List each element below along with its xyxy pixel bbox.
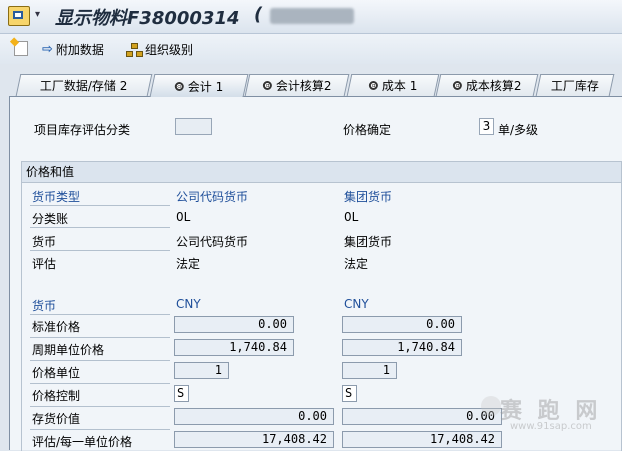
tab-costing-1[interactable]: 成本 1	[346, 74, 440, 96]
valuation-col2: 法定	[344, 257, 369, 271]
window-title-paren: (	[254, 4, 263, 25]
ledger-col1: 0L	[176, 210, 191, 224]
radio-icon	[452, 81, 462, 90]
watermark-logo-icon	[481, 396, 501, 416]
divider	[30, 314, 170, 315]
group-title: 价格和值	[22, 162, 621, 183]
tab-accounting-2[interactable]: 会计核算2	[244, 74, 350, 96]
price-control-field-col1[interactable]: S	[174, 385, 189, 402]
radio-icon	[368, 81, 378, 90]
price-control-field-col2[interactable]: S	[342, 385, 357, 402]
standard-price-label: 标准价格	[32, 320, 81, 334]
window-title: 显示物料F38000314	[55, 8, 240, 29]
divider	[30, 205, 170, 206]
currency2-col2: CNY	[344, 297, 369, 311]
periodic-unit-price-field-col2[interactable]: 1,740.84	[342, 339, 462, 356]
inventory-value-field-col2[interactable]: 0.00	[342, 408, 502, 425]
currency-type-col1: 公司代码货币	[176, 190, 249, 204]
valuation-col1: 法定	[176, 257, 201, 271]
redacted-material-description	[270, 8, 354, 24]
periodic-unit-price-label: 周期单位价格	[32, 343, 105, 357]
valuation-category-label: 项目库存评估分类	[34, 123, 131, 137]
divider	[30, 337, 170, 338]
application-toolbar: ⇨ 附加数据 组织级别	[0, 34, 622, 64]
tab-label: 工厂库存	[550, 79, 599, 93]
currency-col1: 公司代码货币	[176, 235, 249, 249]
valuation-per-unit-field-col1[interactable]: 17,408.42	[174, 431, 334, 448]
currency-type-col2: 集团货币	[344, 190, 393, 204]
currency-col2: 集团货币	[344, 235, 393, 249]
radio-icon	[262, 81, 272, 90]
price-unit-label: 价格单位	[32, 366, 81, 380]
price-determination-text: 单/多级	[498, 123, 539, 137]
tab-label: 工厂数据/存储 2	[40, 79, 128, 93]
standard-price-field-col2[interactable]: 0.00	[342, 316, 462, 333]
divider	[30, 227, 170, 228]
new-document-icon	[14, 41, 28, 56]
system-menu-icon[interactable]	[8, 6, 40, 26]
tab-label: 会计核算2	[275, 79, 332, 93]
currency2-label: 货币	[32, 299, 57, 313]
inventory-value-field-col1[interactable]: 0.00	[174, 408, 334, 425]
tab-accounting-1[interactable]: 会计 1	[149, 74, 249, 97]
create-button[interactable]	[14, 41, 31, 56]
org-levels-button[interactable]: 组织级别	[126, 41, 193, 58]
price-determination-label: 价格确定	[343, 123, 392, 137]
org-structure-icon	[126, 42, 143, 57]
inventory-value-label: 存货价值	[32, 412, 81, 426]
tab-plant-data-storage-2[interactable]: 工厂数据/存储 2	[15, 74, 153, 96]
price-control-label: 价格控制	[32, 389, 81, 403]
tab-label: 会计 1	[187, 79, 224, 94]
tab-label: 成本 1	[381, 79, 418, 93]
additional-data-button[interactable]: ⇨ 附加数据	[42, 41, 104, 58]
title-bar: 显示物料F38000314 (	[0, 0, 622, 34]
price-unit-field-col1[interactable]: 1	[174, 362, 229, 379]
divider	[30, 360, 170, 361]
periodic-unit-price-field-col1[interactable]: 1,740.84	[174, 339, 294, 356]
radio-icon	[174, 81, 184, 91]
watermark-url: www.91sap.com	[510, 421, 592, 432]
tab-strip: 工厂数据/存储 2 会计 1 会计核算2 成本 1 成本核算2 工厂库存	[0, 74, 622, 97]
valuation-category-field[interactable]	[175, 118, 212, 135]
valuation-label: 评估	[32, 257, 57, 271]
price-determination-field[interactable]: 3	[479, 118, 494, 135]
tab-costing-2[interactable]: 成本核算2	[435, 74, 539, 96]
divider	[30, 406, 170, 407]
divider	[30, 250, 170, 251]
ledger-label: 分类账	[32, 212, 69, 226]
price-unit-field-col2[interactable]: 1	[342, 362, 397, 379]
arrow-right-icon: ⇨	[42, 42, 53, 57]
tab-plant-stock[interactable]: 工厂库存	[535, 74, 615, 96]
valuation-per-unit-label: 评估/每一单位价格	[32, 435, 133, 449]
valuation-per-unit-field-col2[interactable]: 17,408.42	[342, 431, 502, 448]
currency-type-label: 货币类型	[32, 190, 81, 204]
divider	[30, 429, 170, 430]
additional-data-label: 附加数据	[55, 43, 104, 57]
currency2-col1: CNY	[176, 297, 201, 311]
currency-label: 货币	[32, 235, 57, 249]
divider	[30, 383, 170, 384]
standard-price-field-col1[interactable]: 0.00	[174, 316, 294, 333]
org-levels-label: 组织级别	[145, 43, 194, 57]
ledger-col2: 0L	[344, 210, 359, 224]
tab-label: 成本核算2	[465, 79, 522, 93]
